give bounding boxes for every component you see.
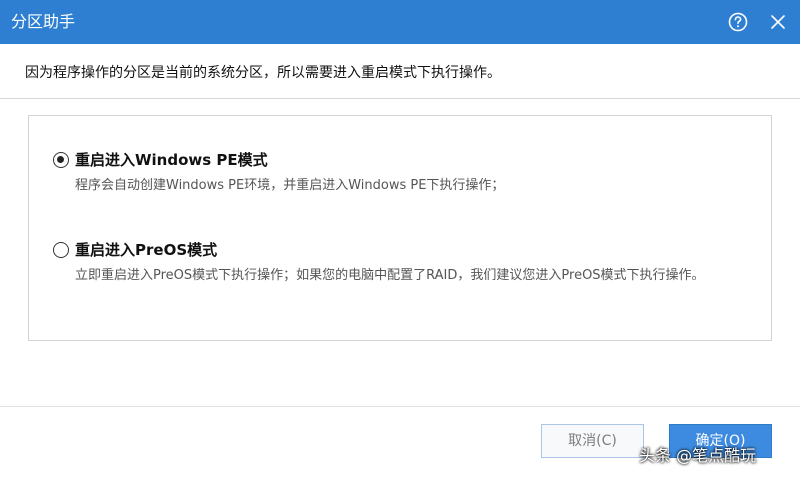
option-windows-pe-description: 程序会自动创建Windows PE环境，并重启进入Windows PE下执行操作… [75,178,505,193]
cancel-button[interactable]: 取消(C) [541,424,644,458]
help-button[interactable] [727,11,749,33]
close-icon [771,15,785,29]
radio-windows-pe[interactable] [53,152,69,168]
header-divider [0,98,800,99]
partition-assistant-dialog: 分区助手 因为程序操作的分区是当前的系统分区，所以需要进入重启模式下执行操作。 … [0,0,800,480]
ok-button[interactable]: 确定(O) [669,424,772,458]
option-preos-description: 立即重启进入PreOS模式下执行操作；如果您的电脑中配置了RAID，我们建议您进… [75,268,705,283]
close-button[interactable] [767,11,789,33]
info-message: 因为程序操作的分区是当前的系统分区，所以需要进入重启模式下执行操作。 [25,65,501,81]
radio-preos[interactable] [53,242,69,258]
reboot-mode-options: 重启进入Windows PE模式 程序会自动创建Windows PE环境，并重启… [28,115,772,341]
help-circle-icon [728,12,748,32]
option-windows-pe-label: 重启进入Windows PE模式 [75,151,268,169]
radio-selected-dot [57,156,64,163]
footer-divider [0,406,800,407]
title-bar[interactable]: 分区助手 [0,0,800,44]
window-title: 分区助手 [11,12,76,31]
option-preos-label: 重启进入PreOS模式 [75,241,218,259]
